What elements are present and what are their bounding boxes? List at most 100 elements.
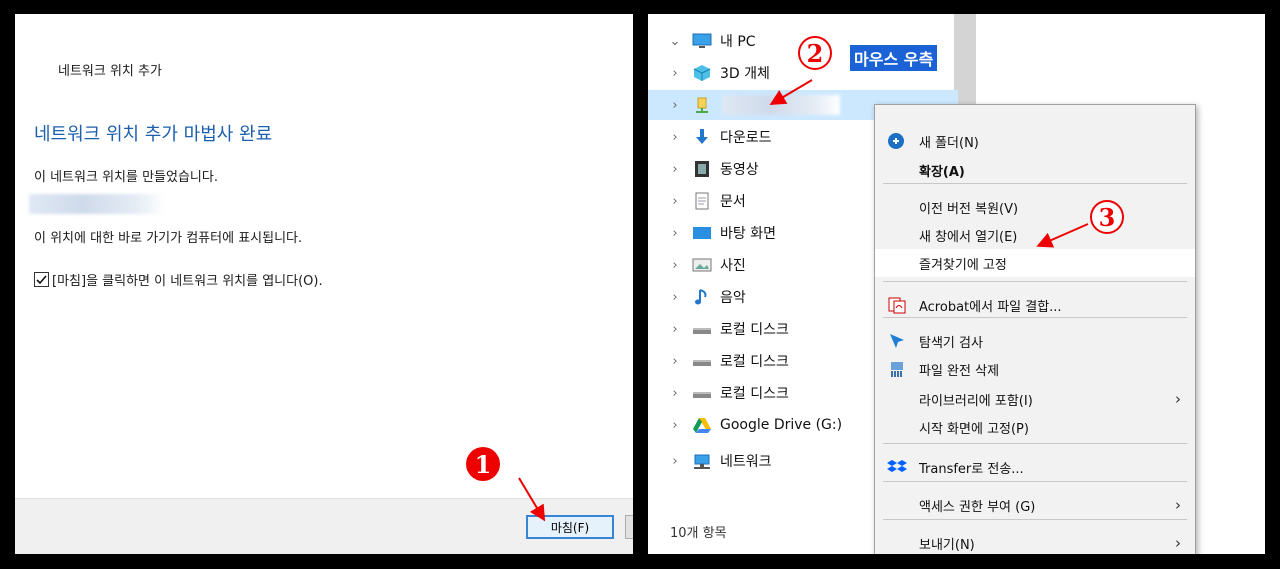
chevron-right-icon[interactable]: › xyxy=(668,322,682,337)
disk-icon xyxy=(692,320,712,338)
tree-item-label: 로컬 디스크 xyxy=(720,354,789,370)
context-menu-label: 확장(A) xyxy=(919,164,965,180)
context-menu-item[interactable]: 새 폴더(N) xyxy=(875,127,1195,155)
disk-icon xyxy=(692,384,712,402)
tree-item-label: 다운로드 xyxy=(720,130,772,146)
disk-icon xyxy=(692,352,712,370)
context-menu-item[interactable]: 새 창에서 열기(E) xyxy=(875,221,1195,249)
status-item-count: 10개 항목 xyxy=(670,526,727,541)
chevron-right-icon[interactable]: › xyxy=(668,98,682,113)
checkbox-label: [마침]을 클릭하면 이 네트워크 위치를 엽니다(O). xyxy=(52,274,323,289)
chevron-right-icon[interactable]: › xyxy=(668,258,682,273)
step2-label: 마우스 우측 xyxy=(850,45,938,71)
menu-separator xyxy=(883,443,1187,444)
menu-icon-spacer xyxy=(887,226,907,244)
step1-badge: 1 xyxy=(466,447,500,481)
explorer-window: ⌄ 내 PC › 3D 개체 › › 다운로드 › 동영상 › 문서 › 바탕 화면 › 사진 › 음악 › 로컬 … xyxy=(648,14,1265,554)
context-menu-label: 새 폴더(N) xyxy=(919,135,979,151)
wizard-heading: 네트워크 위치 추가 마법사 완료 xyxy=(34,124,273,145)
music-note-icon xyxy=(692,288,712,306)
chevron-right-icon[interactable]: › xyxy=(668,194,682,209)
desktop-icon xyxy=(692,224,712,242)
context-menu-item[interactable]: 즐겨찾기에 고정 xyxy=(875,249,1195,277)
chevron-right-icon[interactable]: › xyxy=(668,418,682,433)
menu-separator xyxy=(883,281,1187,282)
submenu-arrow-icon: › xyxy=(1175,534,1181,552)
chevron-right-icon[interactable]: › xyxy=(668,454,682,469)
tree-item-label: 로컬 디스크 xyxy=(720,322,789,338)
redacted-drive-name xyxy=(722,95,840,115)
picture-icon xyxy=(692,256,712,274)
menu-icon-spacer xyxy=(887,390,907,408)
menu-icon-spacer xyxy=(887,418,907,436)
menu-separator xyxy=(883,519,1187,520)
google-drive-icon xyxy=(692,416,712,434)
finish-button[interactable]: 마침(F) xyxy=(526,515,614,539)
context-menu-label: 탐색기 검사 xyxy=(919,335,983,351)
checkbox-checked-icon[interactable] xyxy=(34,272,49,287)
tree-item-label: 바탕 화면 xyxy=(720,226,776,242)
menu-icon-spacer xyxy=(887,161,907,179)
context-menu-item[interactable]: Transfer로 전송... xyxy=(875,453,1195,481)
tree-item-label: 음악 xyxy=(720,290,746,306)
context-menu-label: 이전 버전 복원(V) xyxy=(919,201,1019,217)
wizard-title: 네트워크 위치 추가 xyxy=(58,64,162,79)
network-drive-icon xyxy=(692,96,712,114)
tree-item-label: 동영상 xyxy=(720,162,759,178)
context-menu-label: 시작 화면에 고정(P) xyxy=(919,421,1029,437)
cancel-button[interactable] xyxy=(625,515,633,539)
context-menu-item[interactable]: 파일 완전 삭제 xyxy=(875,355,1195,383)
chevron-right-icon[interactable]: › xyxy=(668,386,682,401)
context-menu-item[interactable]: 이전 버전 복원(V) xyxy=(875,193,1195,221)
shred-icon xyxy=(887,360,907,378)
chevron-right-icon[interactable]: › xyxy=(668,290,682,305)
chevron-right-icon[interactable]: › xyxy=(668,66,682,81)
network-icon xyxy=(692,452,712,470)
context-menu-label: 즐겨찾기에 고정 xyxy=(919,257,1007,273)
menu-icon-spacer xyxy=(887,496,907,514)
context-menu-label: 보내기(N) xyxy=(919,537,975,553)
context-menu-item[interactable]: Acrobat에서 파일 결합... xyxy=(875,291,1195,319)
film-icon xyxy=(692,160,712,178)
acrobat-icon xyxy=(887,296,907,314)
context-menu-label: Transfer로 전송... xyxy=(919,461,1024,477)
context-menu-item[interactable]: 라이브러리에 포함(I) › xyxy=(875,385,1195,413)
chevron-right-icon[interactable]: › xyxy=(668,226,682,241)
tree-item-label: Google Drive (G:) xyxy=(720,417,843,433)
menu-icon-spacer xyxy=(887,254,907,272)
chevron-right-icon[interactable]: › xyxy=(668,130,682,145)
chevron-down-icon[interactable]: ⌄ xyxy=(668,34,682,49)
tree-item-label: 문서 xyxy=(720,194,746,210)
menu-icon-spacer xyxy=(887,534,907,552)
context-menu-label: 파일 완전 삭제 xyxy=(919,363,1000,379)
tree-item-label: 3D 개체 xyxy=(720,66,770,82)
menu-icon-spacer xyxy=(887,198,907,216)
step2-badge: 2 xyxy=(798,36,832,70)
cube-icon xyxy=(692,64,712,82)
created-message: 이 네트워크 위치를 만들었습니다. xyxy=(34,170,218,185)
context-menu-label: Acrobat에서 파일 결합... xyxy=(919,299,1062,315)
context-menu-item[interactable]: 확장(A) xyxy=(875,156,1195,184)
context-menu-label: 액세스 권한 부여 (G) xyxy=(919,499,1036,515)
chevron-right-icon[interactable]: › xyxy=(668,354,682,369)
chevron-right-icon[interactable]: › xyxy=(668,162,682,177)
tree-item-label: 내 PC xyxy=(720,34,756,50)
step3-badge: 3 xyxy=(1090,200,1124,234)
download-arrow-icon xyxy=(692,128,712,146)
context-menu: 새 폴더(N) 확장(A) 이전 버전 복원(V) 새 창에서 열기(E) 즐겨찾기에 … xyxy=(874,104,1196,554)
submenu-arrow-icon: › xyxy=(1175,390,1181,408)
context-menu-label: 새 창에서 열기(E) xyxy=(919,229,1018,245)
shortcut-message: 이 위치에 대한 바로 가기가 컴퓨터에 표시됩니다. xyxy=(34,231,303,246)
submenu-arrow-icon: › xyxy=(1175,496,1181,514)
tree-item-label: 로컬 디스크 xyxy=(720,386,789,402)
open-location-checkbox-row[interactable]: [마침]을 클릭하면 이 네트워크 위치를 엽니다(O). xyxy=(34,270,323,289)
context-menu-item[interactable]: 시작 화면에 고정(P) xyxy=(875,413,1195,441)
context-menu-item[interactable]: 액세스 권한 부여 (G) › xyxy=(875,491,1195,519)
new-folder-icon xyxy=(887,132,907,150)
context-menu-item[interactable]: 탐색기 검사 xyxy=(875,327,1195,355)
redacted-location-name xyxy=(29,194,165,214)
context-menu-item[interactable]: 보내기(N) › xyxy=(875,529,1195,554)
scan-icon xyxy=(887,332,907,350)
document-icon xyxy=(692,192,712,210)
menu-separator xyxy=(883,481,1187,482)
